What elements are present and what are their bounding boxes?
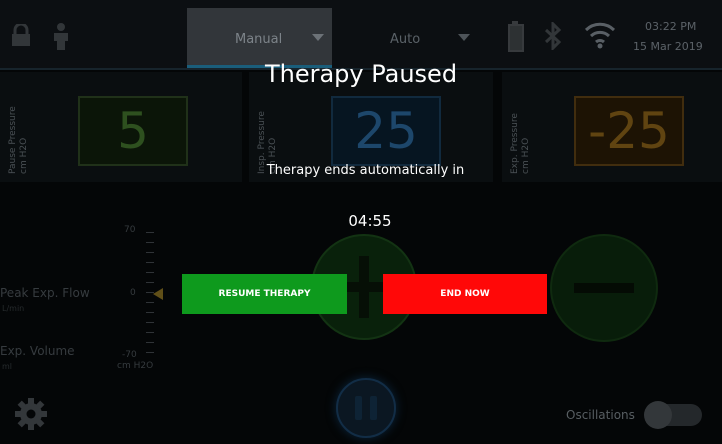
dialog-subtitle: Therapy ends automatically in [266, 163, 465, 178]
resume-therapy-button[interactable]: RESUME THERAPY [182, 274, 347, 314]
countdown-timer: 04:55 [348, 212, 392, 230]
therapy-paused-dialog: Therapy Paused Therapy ends automaticall… [0, 0, 722, 444]
dialog-title: Therapy Paused [264, 60, 458, 88]
end-now-button[interactable]: END NOW [383, 274, 547, 314]
device-screen: Manual Auto 03:22 PM 15 Mar 2019 Pause P… [0, 0, 722, 444]
